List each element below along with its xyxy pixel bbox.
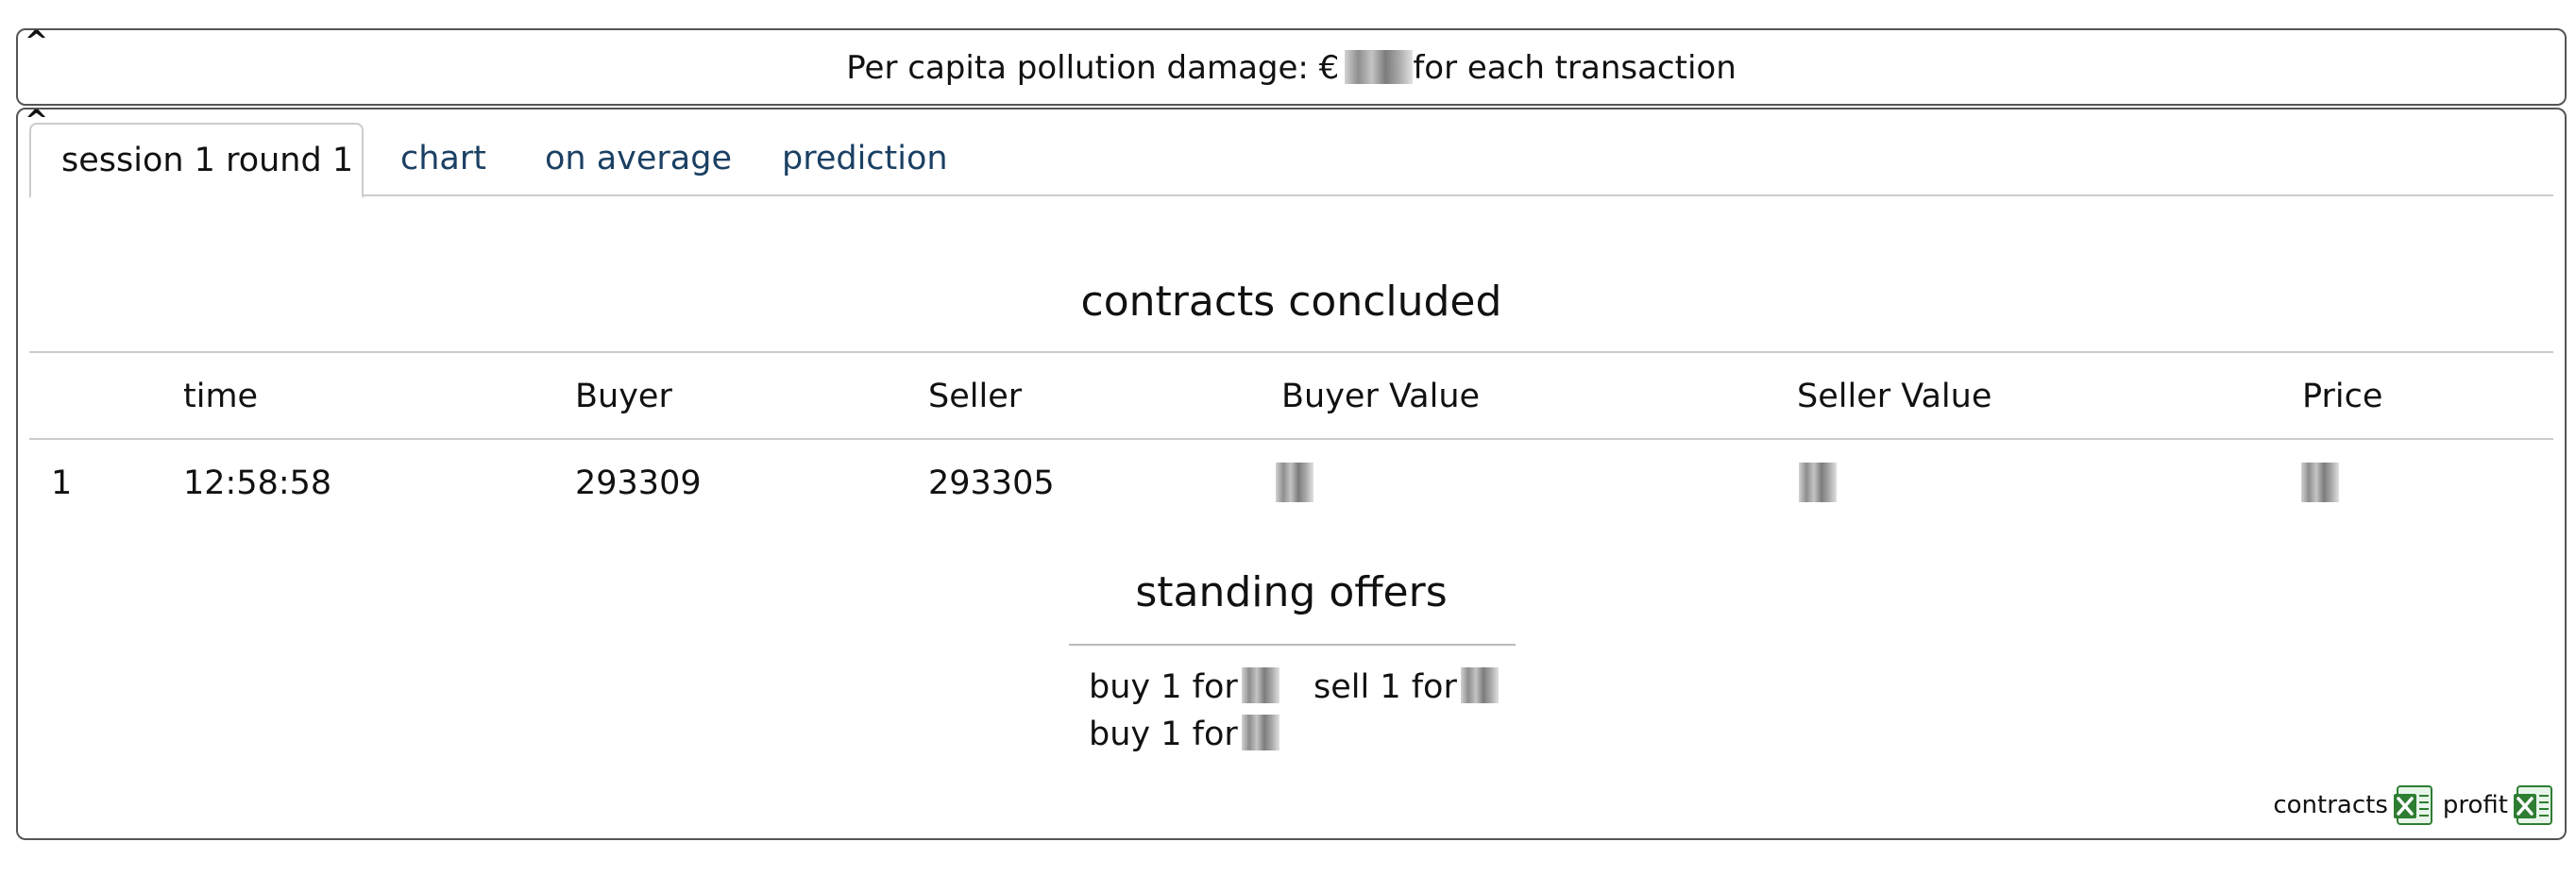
redacted-value	[1241, 667, 1280, 703]
standing-offers-title: standing offers	[1135, 568, 1448, 616]
pollution-suffix: for each transaction	[1413, 49, 1737, 87]
tab-chart[interactable]: chart	[400, 123, 486, 194]
pollution-damage-line: Per capita pollution damage: € for each t…	[18, 49, 2565, 87]
row-buyer-value-redacted	[1276, 463, 1313, 502]
contracts-download-label: contracts	[2273, 791, 2388, 819]
tab-on-average[interactable]: on average	[545, 123, 732, 194]
offer-label: sell 1 for	[1313, 668, 1457, 706]
offer-label: buy 1 for	[1089, 716, 1238, 753]
excel-file-icon[interactable]	[2514, 784, 2555, 826]
column-header-buyer-value: Buyer Value	[1281, 378, 1481, 415]
pollution-label: Per capita pollution damage: €	[846, 49, 1340, 87]
downloads-bar: contracts profit	[2265, 783, 2555, 827]
row-price-redacted	[2301, 463, 2339, 502]
pollution-panel: ^ Per capita pollution damage: € for each…	[16, 28, 2567, 106]
column-header-seller: Seller	[928, 378, 1023, 415]
offer-buy[interactable]: buy 1 for	[1089, 714, 1280, 755]
column-header-seller-value: Seller Value	[1797, 378, 1992, 415]
offer-sell[interactable]: sell 1 for	[1313, 666, 1499, 708]
tab-prediction[interactable]: prediction	[782, 123, 948, 194]
redacted-value	[1241, 715, 1280, 750]
redacted-value	[1460, 667, 1499, 703]
standing-offers-rule	[1069, 644, 1516, 646]
column-header-price: Price	[2302, 378, 2383, 415]
redacted-value	[1345, 49, 1414, 84]
column-header-buyer: Buyer	[575, 378, 672, 415]
row-seller-value-redacted	[1799, 463, 1837, 502]
row-seller: 293305	[928, 464, 1055, 502]
tab-bar: session 1 round 1 chart on average predi…	[29, 123, 2553, 198]
results-panel: ^ session 1 round 1 chart on average pre…	[16, 108, 2567, 840]
row-time: 12:58:58	[183, 464, 332, 502]
row-buyer: 293309	[575, 464, 702, 502]
profit-download-label: profit	[2442, 791, 2508, 819]
contracts-title: contracts concluded	[1080, 278, 1502, 326]
row-index: 1	[51, 464, 73, 502]
table-header-rule	[29, 438, 2553, 440]
excel-file-icon[interactable]	[2393, 784, 2435, 826]
offer-label: buy 1 for	[1089, 668, 1238, 706]
tab-session-1-round-1[interactable]: session 1 round 1	[29, 123, 364, 198]
column-header-time: time	[183, 378, 259, 415]
table-top-rule	[29, 351, 2553, 353]
offer-buy[interactable]: buy 1 for	[1089, 666, 1280, 708]
